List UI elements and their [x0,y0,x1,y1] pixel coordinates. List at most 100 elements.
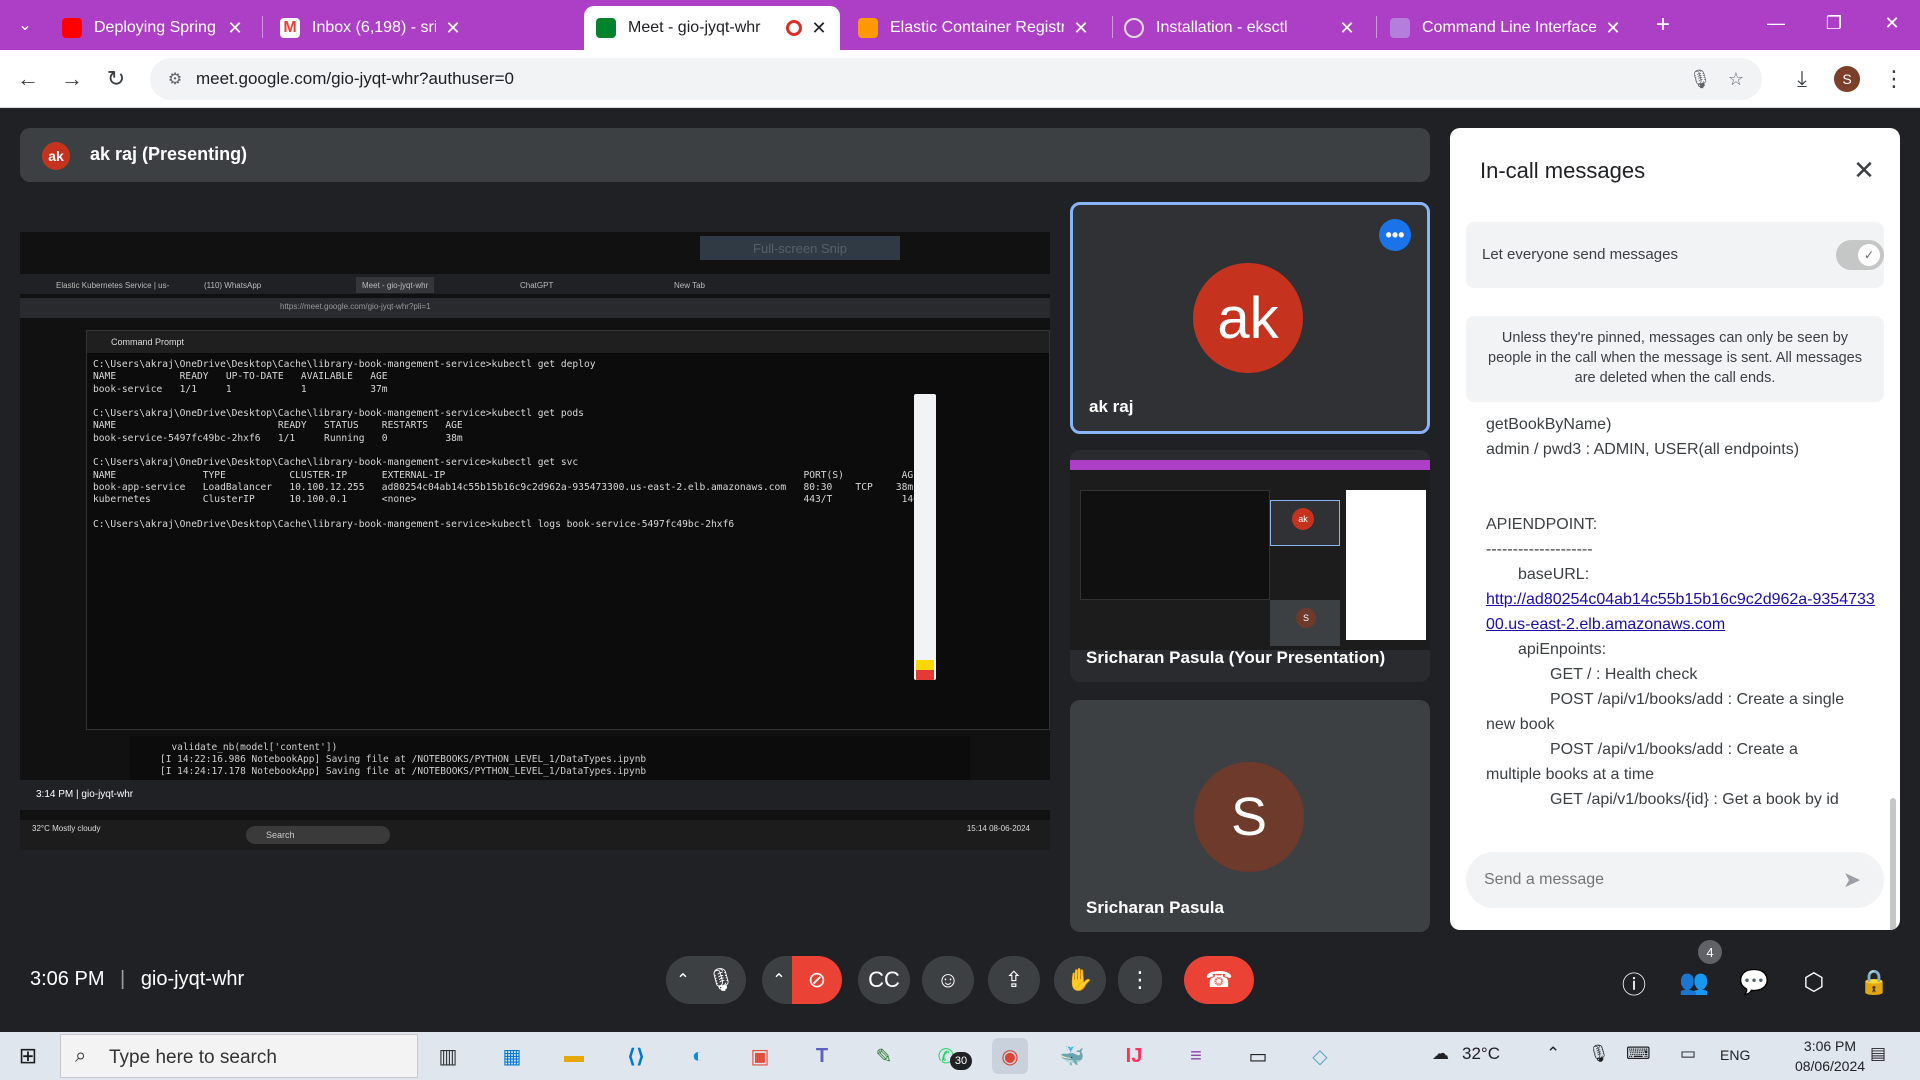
app-icon[interactable]: ◇ [1302,1038,1338,1074]
video-options-chevron-icon[interactable]: ⌃ [762,956,796,1004]
message-line: admin / pwd3 : ADMIN, USER(all endpoints… [1486,441,1800,458]
intellij-icon[interactable]: IJ [1116,1038,1152,1074]
taskbar-search-placeholder: Type here to search [109,1047,277,1068]
tab-meet[interactable]: Meet - gio-jyqt-whr ✕ [584,6,840,50]
tab-gmail-inbox[interactable]: M Inbox (6,198) - sricharanpa ✕ [268,6,474,50]
chat-icon[interactable]: 💬 [1736,964,1772,1000]
docker-icon[interactable]: 🐳 [1054,1038,1090,1074]
people-icon[interactable]: 👥 [1676,964,1712,1000]
browser-menu-icon[interactable]: ⋮ [1878,63,1910,95]
system-clock[interactable]: 3:06 PM 08/06/2024 [1780,1036,1880,1076]
chrome-icon[interactable]: ◉ [992,1038,1028,1074]
captions-button[interactable]: CC [858,956,910,1004]
file-explorer-icon[interactable]: ▬ [556,1038,592,1074]
meeting-details-icon[interactable]: ⓘ [1616,964,1652,1000]
close-icon[interactable]: ✕ [444,18,462,39]
shared-tab: New Tab [674,280,705,290]
forward-button[interactable]: → [56,63,88,95]
teams-icon[interactable]: T [804,1038,840,1074]
more-options-icon[interactable]: ••• [1379,219,1411,251]
recording-indicator-icon [786,20,802,36]
winrar-icon[interactable]: ≡ [1178,1038,1214,1074]
restore-button[interactable]: ❐ [1814,8,1854,38]
participant-tile-ak-raj[interactable]: ak ••• ak raj [1070,202,1430,434]
microsoft-store-icon[interactable]: ▣ [742,1038,778,1074]
terminal-icon[interactable]: ▭ [1240,1038,1276,1074]
leave-call-button[interactable]: ☎ [1184,956,1254,1004]
vscode-icon[interactable]: ⟨⟩ [618,1038,654,1074]
message-input[interactable] [1484,866,1814,894]
shared-tab: Elastic Kubernetes Service | us- [56,280,170,290]
annotation-toolbar [914,394,936,680]
clock-date: 08/06/2024 [1794,1058,1866,1074]
camera-off-button[interactable]: ⊘ [792,956,842,1004]
gmail-icon: M [280,18,300,38]
preview-avatar: S [1296,608,1316,628]
close-icon[interactable]: ✕ [1604,18,1622,39]
emoji-reactions-button[interactable]: ☺ [922,956,974,1004]
tab-title: Elastic Container Registry - [890,19,1064,36]
shared-weather: 32°C Mostly cloudy [32,824,101,833]
command-prompt-titlebar: Command Prompt [87,331,1049,353]
color-swatch [916,660,934,670]
temperature[interactable]: 32°C [1462,1044,1500,1064]
close-window-button[interactable]: ✕ [1872,8,1912,38]
presenter-avatar: ak [42,142,70,170]
base-url-link[interactable]: http://ad80254c04ab14c55b15b16c9c2d962a-… [1486,587,1876,637]
send-icon[interactable]: ➤ [1838,866,1866,894]
audio-options-chevron-icon[interactable]: ⌃ [666,956,700,1004]
tray-chevron-icon[interactable]: ⌃ [1546,1044,1560,1064]
app-icon[interactable]: ✎ [866,1038,902,1074]
close-icon[interactable]: ✕ [810,18,828,39]
microphone-tray-icon[interactable]: 🎙 [1588,1044,1610,1064]
shared-tab: Meet - gio-jyqt-whr [356,277,435,293]
address-bar[interactable]: ⚙ meet.google.com/gio-jyqt-whr?authuser=… [150,58,1762,100]
permission-row: Let everyone send messages ✓ [1466,222,1884,288]
presenting-bar: ak ak raj (Presenting) [20,128,1430,182]
task-view-icon[interactable]: ▥ [430,1038,466,1074]
more-options-button[interactable]: ⋮ [1118,956,1162,1004]
url-text[interactable]: meet.google.com/gio-jyqt-whr?authuser=0 [196,69,514,89]
shared-taskbar: 32°C Mostly cloudy Search 15:14 08-06-20… [20,820,1050,850]
calculator-icon[interactable]: ▦ [494,1038,530,1074]
minimize-button[interactable]: — [1756,8,1796,38]
download-icon[interactable]: ⤓ [1786,63,1818,95]
host-controls-icon[interactable]: 🔒 [1856,964,1892,1000]
site-settings-icon[interactable]: ⚙ [164,68,186,90]
tab-search-chevron-icon[interactable]: ⌄ [10,10,40,40]
close-icon[interactable]: ✕ [1072,18,1090,39]
windows-start-icon[interactable]: ⊞ [16,1043,40,1068]
notifications-icon[interactable]: ▤ [1870,1044,1886,1064]
close-icon[interactable]: ✕ [226,18,244,39]
microphone-button[interactable]: 🎙 [696,956,746,1004]
bookmark-star-icon[interactable]: ☆ [1724,67,1748,91]
new-tab-button[interactable]: + [1648,10,1678,40]
taskbar-search-box[interactable]: ⌕ Type here to search [60,1034,418,1078]
tab-deploying-spring-boot[interactable]: Deploying Spring Boot on ✕ [50,6,256,50]
language-indicator[interactable]: ENG [1720,1047,1750,1063]
activities-icon[interactable]: ⬡ [1796,964,1832,1000]
close-icon[interactable]: ✕ [1338,18,1356,39]
raise-hand-button[interactable]: ✋ [1054,956,1106,1004]
tab-installation-eksctl[interactable]: Installation - eksctl ✕ [1112,6,1368,50]
windows-taskbar: ⊞ ⌕ Type here to search ▥ ▦ ▬ ⟨⟩ ◐ ▣ T ✎… [0,1032,1920,1080]
reload-button[interactable]: ↻ [100,63,132,95]
microphone-icon[interactable]: 🎙 [1688,67,1712,91]
profile-avatar[interactable]: S [1834,66,1860,92]
globe-icon [1124,18,1144,38]
tab-elastic-container-registry[interactable]: Elastic Container Registry - ✕ [846,6,1102,50]
edge-icon[interactable]: ◐ [680,1038,716,1074]
participant-tile-your-presentation[interactable]: ak S Sricharan Pasula (Your Presentation… [1070,450,1430,682]
weather-icon[interactable]: ☁ [1432,1044,1449,1064]
send-messages-toggle[interactable]: ✓ [1836,240,1884,270]
back-button[interactable]: ← [12,63,44,95]
participant-tile-sricharan[interactable]: S Sricharan Pasula [1070,700,1430,932]
tab-command-line-interface[interactable]: Command Line Interface - ✕ [1378,6,1634,50]
network-icon[interactable]: ▭ [1680,1044,1696,1064]
message-line: GET / : Health check [1550,666,1698,683]
close-icon[interactable]: ✕ [1846,152,1882,188]
keyboard-icon[interactable]: ⌨ [1626,1044,1651,1064]
chat-scrollbar[interactable] [1890,798,1896,930]
present-screen-button[interactable]: ⇪ [988,956,1040,1004]
message-line: POST /api/v1/books/add : Create a single [1550,691,1845,708]
